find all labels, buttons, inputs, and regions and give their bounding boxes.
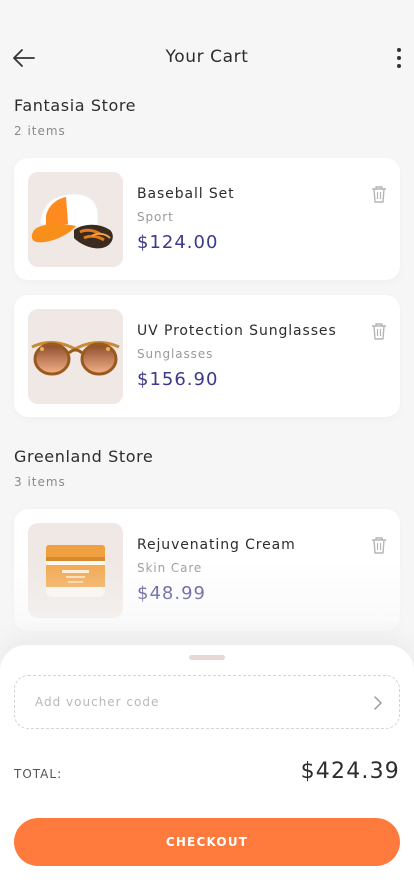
voucher-field[interactable] [14, 675, 400, 729]
product-price: $124.00 [137, 232, 219, 253]
cart-item[interactable]: Rejuvenating Cream Skin Care $48.99 [14, 509, 400, 631]
cart-item[interactable]: UV Protection Sunglasses Sunglasses $156… [14, 295, 400, 417]
trash-icon[interactable] [370, 321, 388, 341]
trash-icon[interactable] [370, 184, 388, 204]
baseball-cap-icon [31, 193, 113, 249]
top-bar: Your Cart [0, 0, 414, 100]
product-category: Sport [137, 210, 174, 224]
store-item-count: 2 items [14, 124, 66, 138]
product-price: $156.90 [137, 369, 219, 390]
product-category: Sunglasses [137, 347, 214, 361]
store-name: Greenland Store [14, 447, 154, 466]
store-name: Fantasia Store [14, 96, 137, 115]
sunglasses-icon [31, 341, 120, 376]
checkout-sheet: TOTAL: $424.39 CHECKOUT [0, 645, 414, 896]
trash-icon[interactable] [370, 535, 388, 555]
product-name: Baseball Set [137, 186, 235, 202]
sheet-drag-handle[interactable] [189, 655, 225, 660]
product-name: UV Protection Sunglasses [137, 323, 337, 339]
cream-jar-icon [46, 545, 105, 597]
more-options-button[interactable] [392, 44, 406, 72]
store-item-count: 3 items [14, 475, 66, 489]
checkout-button[interactable]: CHECKOUT [14, 818, 400, 866]
product-image [28, 172, 123, 267]
voucher-input[interactable] [35, 676, 355, 728]
product-category: Skin Care [137, 561, 203, 575]
product-image [28, 523, 123, 618]
page-title: Your Cart [165, 47, 249, 67]
total-value: $424.39 [300, 759, 400, 784]
total-label: TOTAL: [14, 767, 63, 781]
product-name: Rejuvenating Cream [137, 537, 296, 553]
product-image [28, 309, 123, 404]
product-price: $48.99 [137, 583, 206, 604]
cart-item[interactable]: Baseball Set Sport $124.00 [14, 158, 400, 280]
more-vertical-icon [397, 48, 401, 52]
chevron-right-icon[interactable] [373, 695, 383, 711]
